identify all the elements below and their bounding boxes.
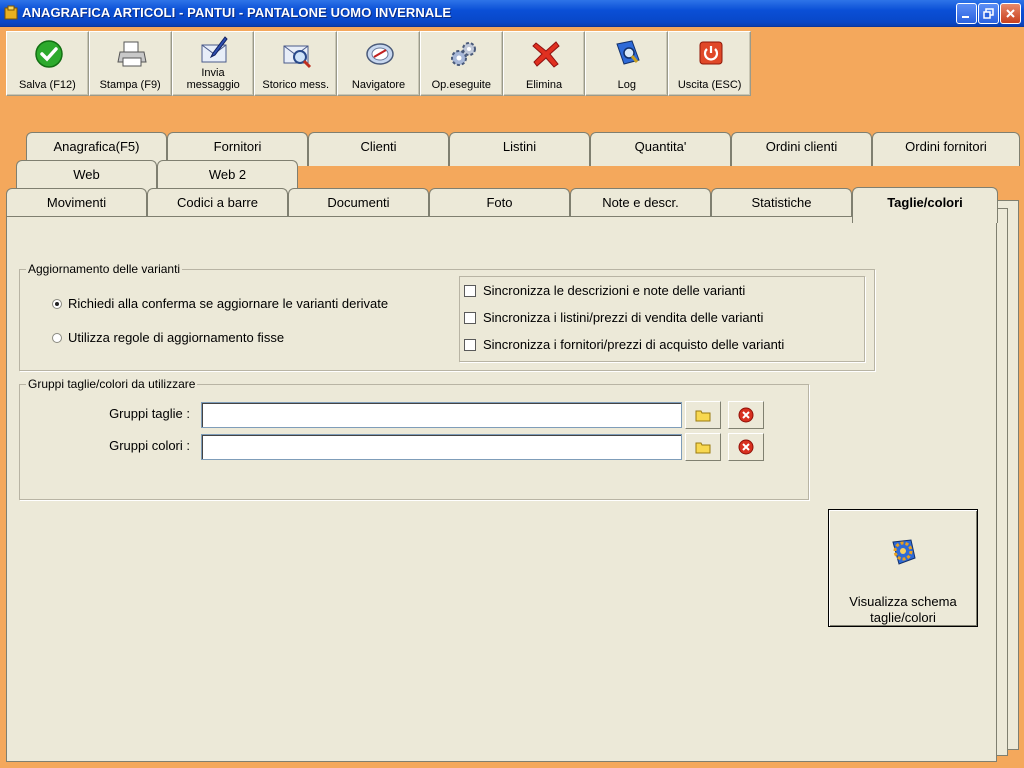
- exit-button[interactable]: Uscita (ESC): [668, 31, 752, 96]
- tab-ordini-fornitori[interactable]: Ordini fornitori: [872, 132, 1020, 166]
- restore-button[interactable]: [978, 3, 999, 24]
- check-sync-listini[interactable]: Sincronizza i listini/prezzi di vendita …: [464, 310, 763, 325]
- exit-button-label: Uscita (ESC): [677, 79, 742, 91]
- minimize-button[interactable]: [956, 3, 977, 24]
- tab-clienti[interactable]: Clienti: [308, 132, 449, 166]
- radio-regole-fisse[interactable]: Utilizza regole di aggiornamento fisse: [52, 330, 284, 345]
- checkbox: [464, 284, 476, 297]
- send-message-button[interactable]: Invia messaggio: [171, 31, 255, 96]
- minimize-icon: [962, 16, 969, 18]
- radio-dot: [52, 332, 62, 343]
- tab-ordini-clienti[interactable]: Ordini clienti: [731, 132, 872, 166]
- app-icon: [4, 5, 18, 20]
- print-button-label: Stampa (F9): [99, 79, 161, 91]
- check-sync-descrizioni[interactable]: Sincronizza le descrizioni e note delle …: [464, 283, 745, 298]
- send-message-button-label: Invia messaggio: [186, 67, 240, 91]
- operations-button[interactable]: Op.eseguite: [419, 31, 503, 96]
- tab-taglie-colori[interactable]: Taglie/colori: [852, 187, 998, 223]
- gruppi-colori-browse-button[interactable]: [685, 433, 721, 461]
- radio-richiedi-conferma[interactable]: Richiedi alla conferma se aggiornare le …: [52, 296, 388, 311]
- message-history-button-label: Storico mess.: [262, 79, 330, 91]
- title-bar: ANAGRAFICA ARTICOLI - PANTUI - PANTALONE…: [0, 0, 1024, 27]
- gruppi-colori-label: Gruppi colori :: [109, 438, 190, 453]
- gruppi-taglie-input[interactable]: [201, 402, 682, 428]
- gruppi-taglie-browse-button[interactable]: [685, 401, 721, 429]
- gruppi-colori-clear-button[interactable]: [728, 433, 764, 461]
- checkmark-icon: [35, 40, 63, 68]
- check-sync-descrizioni-label: Sincronizza le descrizioni e note delle …: [483, 283, 746, 298]
- gruppi-group: Gruppi taglie/colori da utilizzare Grupp…: [19, 377, 809, 500]
- red-circle-x-icon: [738, 439, 754, 455]
- varianti-group-legend: Aggiornamento delle varianti: [26, 262, 183, 276]
- power-icon: [699, 41, 723, 65]
- close-icon: [1006, 9, 1015, 18]
- print-button[interactable]: Stampa (F9): [88, 31, 172, 96]
- envelope-pen-icon: [201, 36, 228, 63]
- gruppi-taglie-label: Gruppi taglie :: [109, 406, 190, 421]
- log-button-label: Log: [617, 79, 637, 91]
- checkbox: [464, 338, 476, 351]
- operations-button-label: Op.eseguite: [431, 79, 491, 91]
- sync-options-box: Sincronizza le descrizioni e note delle …: [459, 276, 865, 362]
- save-button-label: Salva (F12): [18, 79, 76, 91]
- tab-listini[interactable]: Listini: [449, 132, 590, 166]
- delete-button[interactable]: Elimina: [502, 31, 586, 96]
- tab-quantita[interactable]: Quantita': [590, 132, 731, 166]
- red-x-icon: [531, 41, 560, 68]
- compass-icon: [366, 43, 394, 65]
- check-sync-fornitori-label: Sincronizza i fornitori/prezzi di acquis…: [483, 337, 785, 352]
- restore-icon: [983, 8, 994, 19]
- varianti-group: Aggiornamento delle varianti Richiedi al…: [19, 262, 875, 371]
- shield-gear-icon: [892, 539, 916, 565]
- check-sync-listini-label: Sincronizza i listini/prezzi di vendita …: [483, 310, 764, 325]
- log-button[interactable]: Log: [585, 31, 669, 96]
- folder-icon: [695, 442, 711, 454]
- delete-button-label: Elimina: [526, 79, 563, 91]
- radio-regole-fisse-label: Utilizza regole di aggiornamento fisse: [68, 330, 285, 345]
- check-sync-fornitori[interactable]: Sincronizza i fornitori/prezzi di acquis…: [464, 337, 784, 352]
- printer-icon: [117, 41, 147, 67]
- gruppi-taglie-clear-button[interactable]: [728, 401, 764, 429]
- save-button[interactable]: Salva (F12): [6, 31, 89, 96]
- navigator-button-label: Navigatore: [351, 79, 406, 91]
- window-title: ANAGRAFICA ARTICOLI - PANTUI - PANTALONE…: [22, 5, 452, 20]
- gears-icon: [450, 42, 476, 66]
- gruppi-group-legend: Gruppi taglie/colori da utilizzare: [26, 377, 198, 391]
- log-book-icon: [616, 40, 641, 65]
- gruppi-colori-input[interactable]: [201, 434, 682, 460]
- message-history-button[interactable]: Storico mess.: [254, 31, 338, 96]
- checkbox: [464, 311, 476, 324]
- taglie-colori-panel: Aggiornamento delle varianti Richiedi al…: [6, 216, 997, 762]
- radio-dot: [52, 298, 62, 309]
- red-circle-x-icon: [738, 407, 754, 423]
- envelope-search-icon: [283, 45, 312, 69]
- navigator-button[interactable]: Navigatore: [337, 31, 420, 96]
- radio-richiedi-conferma-label: Richiedi alla conferma se aggiornare le …: [68, 296, 389, 311]
- close-button[interactable]: [1000, 3, 1021, 24]
- toolbar: Salva (F12) Stampa (F9) Invia messaggio …: [6, 31, 752, 97]
- folder-icon: [695, 410, 711, 422]
- visualizza-schema-label: Visualizza schema taglie/colori: [849, 594, 957, 625]
- visualizza-schema-button[interactable]: Visualizza schema taglie/colori: [828, 509, 978, 627]
